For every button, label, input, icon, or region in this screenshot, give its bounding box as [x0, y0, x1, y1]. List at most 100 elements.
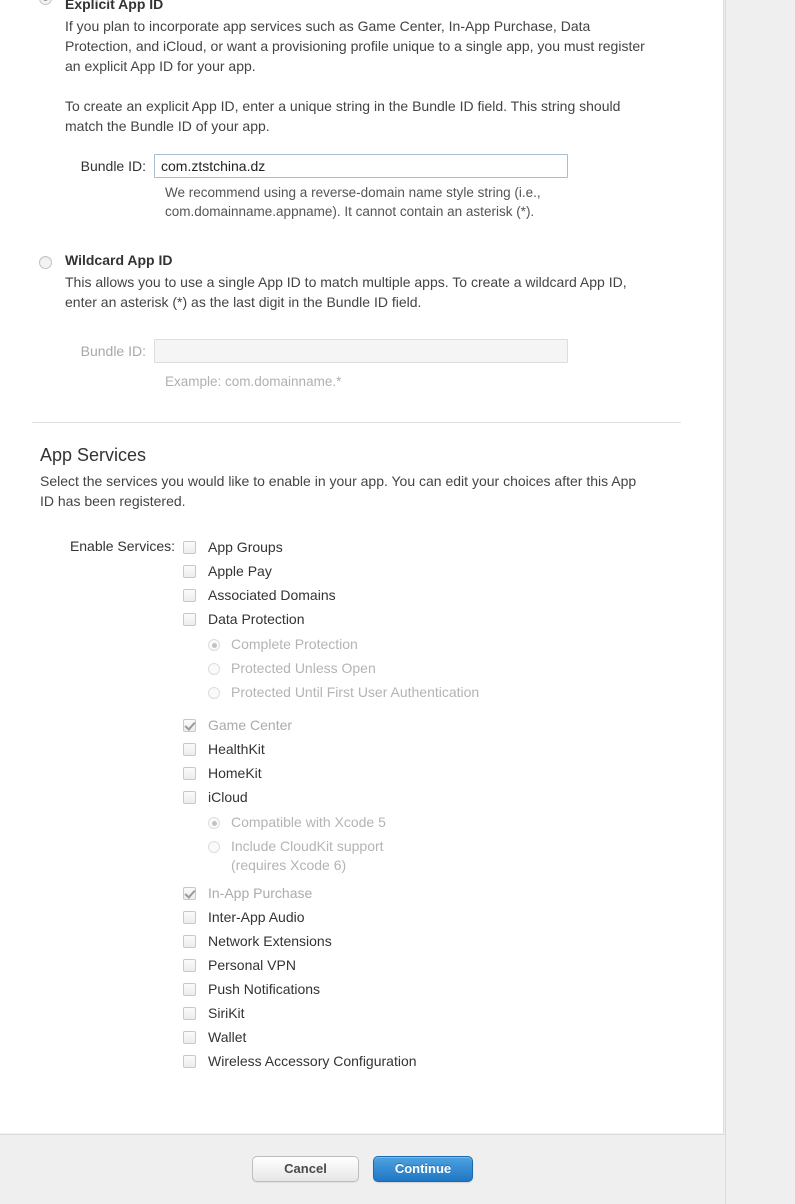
- footer-button-group: Cancel Continue: [0, 1156, 725, 1182]
- checkbox-icon[interactable]: [183, 589, 196, 602]
- checkbox-checked-icon: [183, 719, 196, 732]
- explicit-bundle-id-input[interactable]: [154, 154, 568, 178]
- wildcard-app-id-option[interactable]: Wildcard App ID This allows you to use a…: [0, 251, 723, 391]
- service-item-app-groups[interactable]: App Groups: [183, 538, 683, 562]
- radio-icon: [208, 687, 220, 699]
- service-item-associated-domains[interactable]: Associated Domains: [183, 586, 683, 610]
- service-label: Network Extensions: [208, 933, 332, 949]
- data-protection-option-complete: Complete Protection: [208, 635, 683, 659]
- app-services-title: App Services: [40, 445, 147, 465]
- radio-icon: [208, 663, 220, 675]
- checkbox-icon[interactable]: [183, 743, 196, 756]
- service-label: iCloud: [208, 789, 248, 805]
- checkbox-icon[interactable]: [183, 959, 196, 972]
- service-item-wallet[interactable]: Wallet: [183, 1028, 683, 1052]
- wildcard-bundle-id-input: [154, 339, 568, 363]
- sub-option-label: Protected Unless Open: [231, 660, 376, 676]
- checkbox-icon[interactable]: [183, 791, 196, 804]
- service-item-data-protection[interactable]: Data Protection: [183, 610, 683, 634]
- enable-services-list: App Groups Apple Pay Associated Domains …: [183, 537, 683, 1076]
- wildcard-bundle-id-field-col: Example: com.domainname.*: [154, 339, 683, 391]
- sub-option-label: Protected Until First User Authenticatio…: [231, 684, 480, 700]
- sub-option-label: Complete Protection: [231, 636, 358, 652]
- checkbox-checked-icon: [183, 887, 196, 900]
- cancel-button[interactable]: Cancel: [252, 1156, 359, 1182]
- service-label: Inter-App Audio: [208, 909, 305, 925]
- explicit-bundle-id-hint: We recommend using a reverse-domain name…: [165, 185, 541, 219]
- service-label: App Groups: [208, 539, 283, 555]
- radio-icon: [208, 639, 220, 651]
- continue-button[interactable]: Continue: [373, 1156, 473, 1182]
- service-item-wireless-accessory-configuration[interactable]: Wireless Accessory Configuration: [183, 1052, 683, 1076]
- checkbox-icon[interactable]: [183, 541, 196, 554]
- service-item-healthkit[interactable]: HealthKit: [183, 740, 683, 764]
- explicit-app-id-radio[interactable]: [39, 0, 52, 5]
- service-item-push-notifications[interactable]: Push Notifications: [183, 980, 683, 1004]
- radio-icon: [208, 817, 220, 829]
- service-label: Apple Pay: [208, 563, 272, 579]
- wildcard-app-id-radio[interactable]: [39, 256, 52, 269]
- app-services-section: App Services Select the services you wou…: [0, 444, 723, 1076]
- explicit-app-id-description-2: To create an explicit App ID, enter a un…: [65, 98, 621, 134]
- explicit-bundle-id-field-col: We recommend using a reverse-domain name…: [154, 154, 683, 221]
- service-label: Associated Domains: [208, 587, 336, 603]
- service-label: In-App Purchase: [208, 885, 313, 901]
- checkbox-icon[interactable]: [183, 983, 196, 996]
- service-label: SiriKit: [208, 1005, 245, 1021]
- icloud-option-xcode5: Compatible with Xcode 5: [208, 813, 683, 837]
- service-label: HomeKit: [208, 765, 262, 781]
- service-item-icloud[interactable]: iCloud: [183, 788, 683, 812]
- explicit-app-id-description-1: If you plan to incorporate app services …: [65, 18, 645, 74]
- service-item-network-extensions[interactable]: Network Extensions: [183, 932, 683, 956]
- service-label: Personal VPN: [208, 957, 296, 973]
- app-services-description: Select the services you would like to en…: [40, 473, 637, 509]
- data-protection-options: Complete Protection Protected Unless Ope…: [208, 634, 683, 707]
- checkbox-icon[interactable]: [183, 613, 196, 626]
- service-label: Push Notifications: [208, 981, 321, 997]
- service-label: Data Protection: [208, 611, 305, 627]
- checkbox-icon[interactable]: [183, 1055, 196, 1068]
- wildcard-app-id-title: Wildcard App ID: [65, 252, 173, 268]
- right-gutter: [725, 0, 795, 1204]
- service-item-inter-app-audio[interactable]: Inter-App Audio: [183, 908, 683, 932]
- checkbox-icon[interactable]: [183, 565, 196, 578]
- checkbox-icon[interactable]: [183, 935, 196, 948]
- sub-option-label-group: Include CloudKit support (requires Xcode…: [231, 837, 384, 875]
- checkbox-icon[interactable]: [183, 767, 196, 780]
- sub-option-label: Compatible with Xcode 5: [231, 814, 386, 830]
- wildcard-bundle-id-label: Bundle ID:: [80, 343, 146, 359]
- section-divider: [32, 422, 681, 423]
- icloud-options: Compatible with Xcode 5 Include CloudKit…: [208, 812, 683, 875]
- service-label: HealthKit: [208, 741, 265, 757]
- explicit-bundle-id-label: Bundle ID:: [80, 158, 146, 174]
- service-item-apple-pay[interactable]: Apple Pay: [183, 562, 683, 586]
- service-label: Wireless Accessory Configuration: [208, 1053, 417, 1069]
- content-panel: Explicit App ID If you plan to incorpora…: [0, 0, 724, 1133]
- radio-icon: [208, 841, 220, 853]
- checkbox-icon[interactable]: [183, 1007, 196, 1020]
- service-item-sirikit[interactable]: SiriKit: [183, 1004, 683, 1028]
- explicit-app-id-option[interactable]: Explicit App ID If you plan to incorpora…: [0, 0, 723, 221]
- app-id-registration-page: Explicit App ID If you plan to incorpora…: [0, 0, 795, 1204]
- service-item-homekit[interactable]: HomeKit: [183, 764, 683, 788]
- service-label: Wallet: [208, 1029, 247, 1045]
- sub-option-label-secondary: (requires Xcode 6): [231, 857, 347, 873]
- wildcard-bundle-id-hint: Example: com.domainname.*: [165, 374, 342, 389]
- explicit-bundle-id-row: Bundle ID: We recommend using a reverse-…: [36, 154, 683, 221]
- service-item-personal-vpn[interactable]: Personal VPN: [183, 956, 683, 980]
- data-protection-option-until-first-auth: Protected Until First User Authenticatio…: [208, 683, 683, 707]
- data-protection-option-unless-open: Protected Unless Open: [208, 659, 683, 683]
- wildcard-bundle-id-row: Bundle ID: Example: com.domainname.*: [36, 339, 683, 391]
- checkbox-icon[interactable]: [183, 1031, 196, 1044]
- explicit-app-id-title: Explicit App ID: [65, 0, 164, 12]
- service-label: Game Center: [208, 717, 293, 733]
- enable-services-row: Enable Services: App Groups Apple Pay As…: [40, 537, 683, 1076]
- icloud-option-cloudkit: Include CloudKit support (requires Xcode…: [208, 837, 683, 875]
- checkbox-icon[interactable]: [183, 911, 196, 924]
- enable-services-label: Enable Services:: [69, 538, 175, 554]
- service-item-game-center: Game Center: [183, 716, 683, 740]
- wildcard-app-id-description: This allows you to use a single App ID t…: [65, 274, 627, 310]
- service-item-in-app-purchase: In-App Purchase: [183, 884, 683, 908]
